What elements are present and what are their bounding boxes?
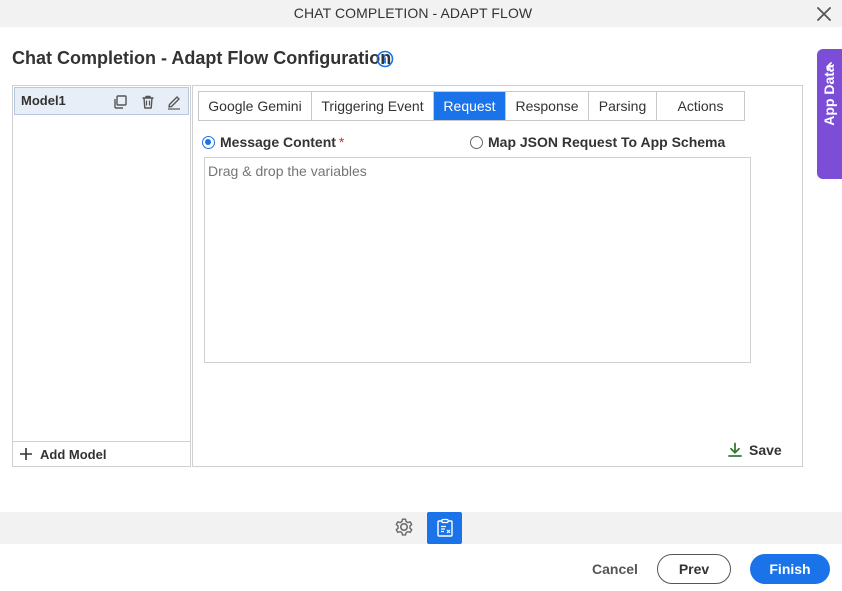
edit-icon[interactable]: [166, 94, 182, 110]
message-content-label: Message Content: [220, 134, 336, 150]
message-content-radio[interactable]: [202, 135, 215, 149]
trash-icon[interactable]: [140, 94, 156, 110]
model-list-panel: Model1 Add Model: [12, 85, 191, 467]
app-data-label: App Data: [821, 64, 837, 126]
model-label: Model1: [21, 93, 66, 108]
info-icon[interactable]: [376, 50, 394, 68]
tab-triggering-event[interactable]: Triggering Event: [312, 92, 434, 120]
model-list-item[interactable]: Model1: [14, 87, 189, 115]
page-title: Chat Completion - Adapt Flow Configurati…: [12, 48, 392, 68]
map-json-label: Map JSON Request To App Schema: [488, 134, 726, 150]
map-json-option[interactable]: Map JSON Request To App Schema: [470, 133, 725, 151]
config-panel: Google Gemini Triggering Event Request R…: [192, 85, 803, 467]
required-marker: *: [338, 134, 345, 150]
add-model-label: Add Model: [40, 447, 107, 462]
app-data-tab[interactable]: App Data: [817, 49, 842, 179]
document-icon: [437, 518, 453, 537]
message-content-option[interactable]: Message Content *: [202, 133, 344, 151]
tab-actions[interactable]: Actions: [657, 92, 744, 120]
window-title: CHAT COMPLETION - ADAPT FLOW: [293, 5, 533, 21]
title-bar: CHAT COMPLETION - ADAPT FLOW: [0, 0, 842, 27]
add-model-button[interactable]: Add Model: [13, 441, 190, 466]
tab-response[interactable]: Response: [506, 92, 589, 120]
map-json-radio[interactable]: [470, 135, 483, 149]
save-button[interactable]: Save: [727, 440, 782, 460]
cancel-button[interactable]: Cancel: [590, 556, 640, 582]
prev-button[interactable]: Prev: [657, 554, 731, 584]
bottom-toolbar: [0, 512, 842, 544]
finish-button[interactable]: Finish: [750, 554, 830, 584]
message-content-input[interactable]: [204, 157, 751, 363]
copy-icon[interactable]: [112, 94, 128, 110]
tab-google-gemini[interactable]: Google Gemini: [199, 92, 312, 120]
tab-bar: Google Gemini Triggering Event Request R…: [198, 91, 745, 121]
download-icon: [728, 442, 742, 457]
save-label: Save: [749, 442, 782, 458]
tab-request[interactable]: Request: [434, 92, 506, 120]
tab-parsing[interactable]: Parsing: [589, 92, 657, 120]
gear-icon[interactable]: [393, 516, 415, 538]
plus-icon: [20, 448, 32, 460]
document-button[interactable]: [427, 512, 462, 544]
